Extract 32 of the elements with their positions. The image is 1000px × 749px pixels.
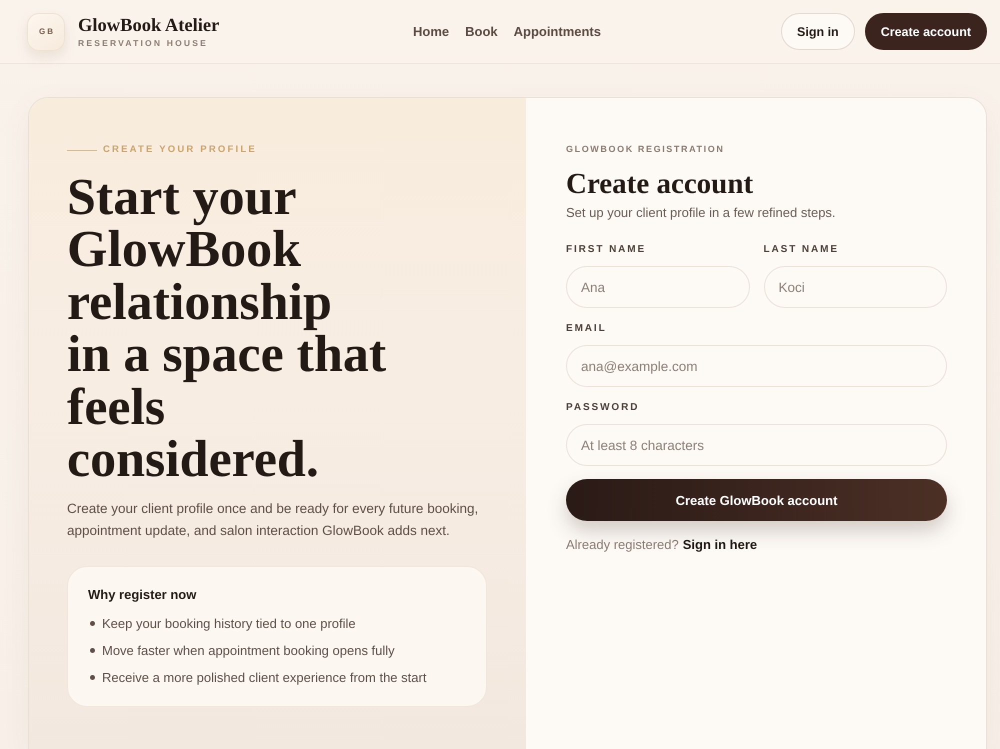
benefits-title: Why register now bbox=[88, 586, 198, 604]
nav-link[interactable]: Home bbox=[412, 22, 450, 40]
input-field[interactable]: Ana bbox=[566, 266, 750, 308]
field-label: EMAIL bbox=[566, 322, 607, 336]
create-account-button[interactable]: Create account bbox=[864, 13, 987, 50]
input-field[interactable]: ana@example.com bbox=[566, 345, 947, 387]
nav-link[interactable]: Appointments bbox=[514, 22, 601, 40]
sign-in-link[interactable]: Sign in here bbox=[682, 536, 758, 554]
submit-button[interactable]: Create GlowBook account bbox=[566, 479, 947, 521]
prompt-text: Already registered? bbox=[566, 536, 679, 554]
hero-headline: Start your GlowBook relationship in a space that feels considered. bbox=[67, 172, 388, 486]
benefit-text: Keep your booking history tied to one profile bbox=[102, 614, 356, 633]
intro-paragraph: Create your client profile once and be ready for every future booking, appointment update, and salon interaction GlowBook adds next. bbox=[67, 500, 480, 540]
input-field[interactable]: At least 8 characters bbox=[566, 424, 947, 466]
nav-link[interactable]: Book bbox=[465, 22, 498, 40]
sign-in-button[interactable]: Sign in bbox=[781, 13, 855, 50]
eyebrow-text: CREATE YOUR PROFILE bbox=[103, 144, 257, 156]
bullet-icon bbox=[90, 648, 95, 654]
brand-name: GlowBook Atelier bbox=[78, 14, 220, 36]
benefit-text: Receive a more polished client experience from the start bbox=[102, 668, 426, 687]
form-subtitle: Set up your client profile in a few refined steps. bbox=[566, 204, 837, 222]
input-field[interactable]: Koci bbox=[764, 266, 947, 308]
logo-tile[interactable]: GB bbox=[27, 12, 65, 50]
field-label: LAST NAME bbox=[764, 243, 839, 257]
form-eyebrow: GLOWBOOK REGISTRATION bbox=[566, 143, 724, 155]
brand-tagline: RESERVATION HOUSE bbox=[78, 38, 209, 48]
field-label: PASSWORD bbox=[566, 401, 640, 415]
field-label: FIRST NAME bbox=[566, 243, 646, 257]
benefit-text: Move faster when appointment booking opens fully bbox=[102, 642, 395, 660]
form-title: Create account bbox=[566, 167, 754, 202]
bullet-icon bbox=[90, 675, 95, 680]
bullet-icon bbox=[90, 621, 95, 626]
